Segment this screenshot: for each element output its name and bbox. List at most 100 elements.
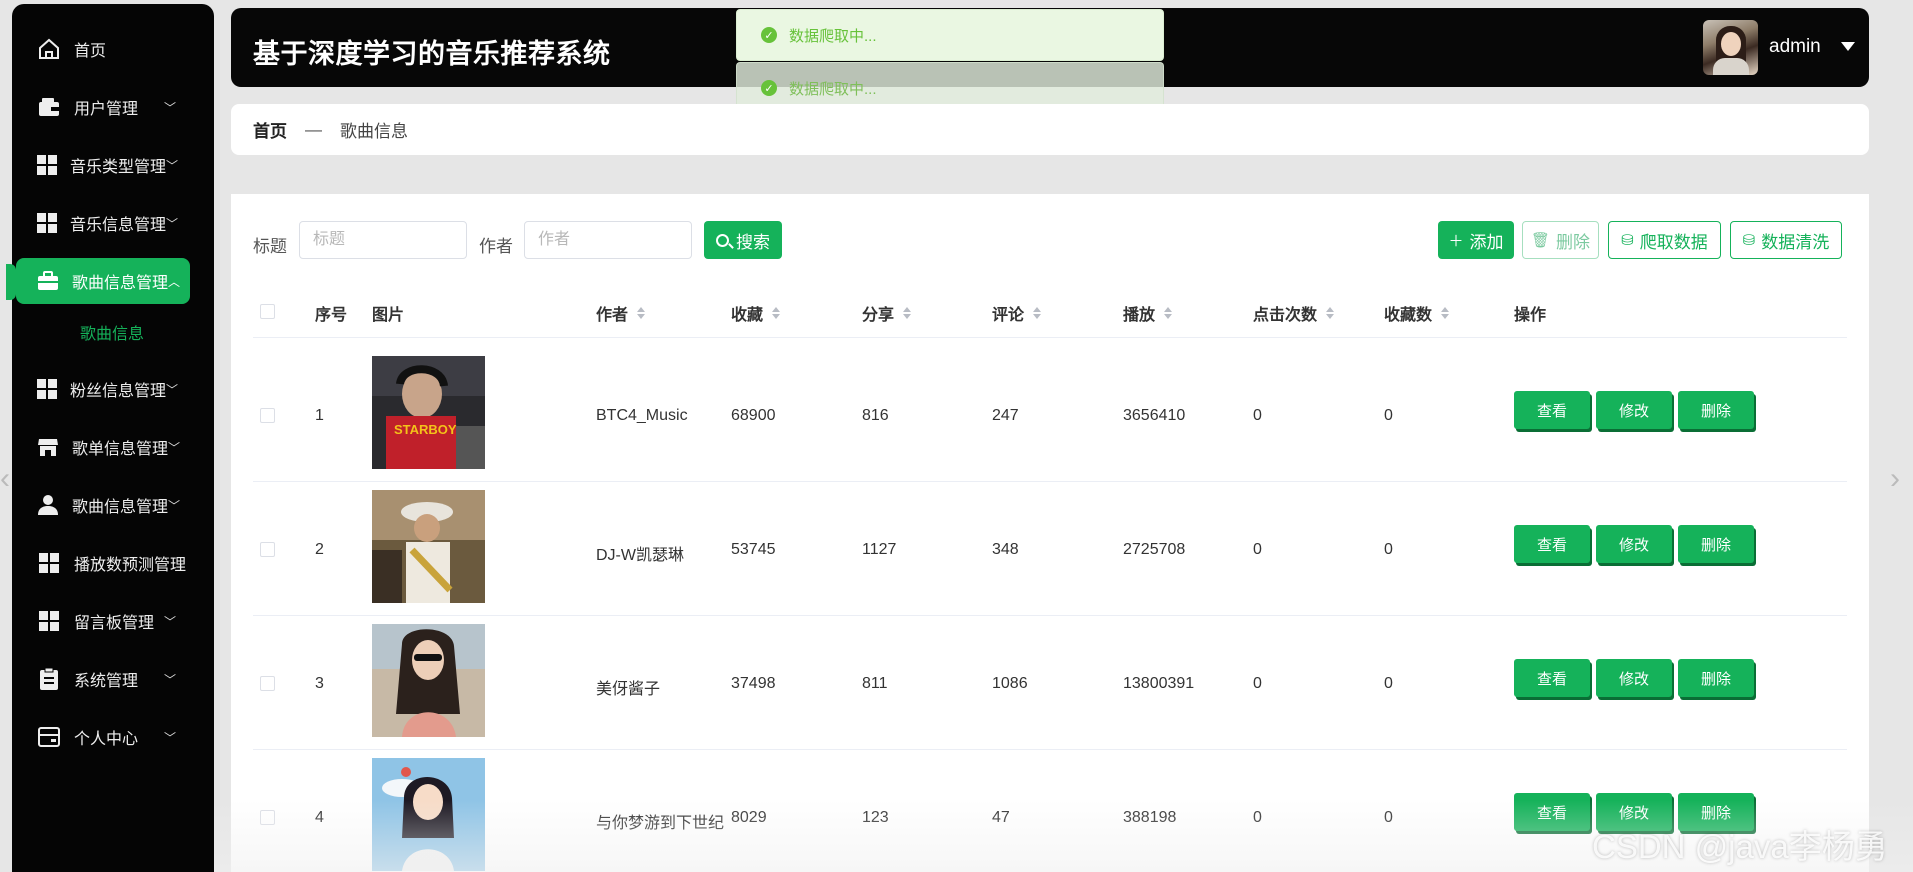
sidebar-item-user-management[interactable]: 用户管理 ﹀	[16, 84, 190, 130]
column-header-author[interactable]: 作者	[596, 301, 646, 325]
column-header-clicks[interactable]: 点击次数	[1253, 301, 1335, 325]
chevron-left-icon[interactable]: ‹	[0, 462, 10, 496]
sidebar-item-label: 粉丝信息管理	[70, 383, 167, 400]
sidebar-item-message-board[interactable]: 留言板管理 ﹀	[16, 598, 190, 644]
view-button[interactable]: 查看	[1514, 659, 1590, 697]
edit-button[interactable]: 修改	[1596, 391, 1672, 429]
sidebar-item-label: 歌单信息管理	[72, 441, 169, 458]
song-cover-image[interactable]	[372, 624, 485, 737]
song-cover-image[interactable]: STARBOY	[372, 356, 485, 469]
song-cover-image[interactable]	[372, 758, 485, 871]
username[interactable]: admin	[1769, 36, 1821, 58]
edit-button[interactable]: 修改	[1596, 525, 1672, 563]
sidebar-item-label: 首页	[74, 43, 107, 60]
chevron-down-icon: ﹀	[164, 614, 177, 629]
sidebar-item-label: 留言板管理	[74, 615, 155, 632]
sidebar-item-playlist[interactable]: 歌单信息管理 ﹀	[16, 424, 190, 470]
cell-comments: 247	[992, 407, 1019, 424]
search-button[interactable]: 搜索	[704, 221, 782, 259]
chevron-down-icon: ﹀	[164, 730, 177, 745]
sort-icon[interactable]	[1164, 307, 1173, 319]
sidebar-item-home[interactable]: 首页	[16, 26, 190, 72]
sidebar-item-play-prediction[interactable]: 播放数预测管理	[16, 540, 190, 586]
view-button[interactable]: 查看	[1514, 391, 1590, 429]
cell-fav-count: 0	[1384, 407, 1393, 424]
cell-favorites: 68900	[731, 407, 776, 424]
chevron-down-icon: ﹀	[166, 382, 179, 397]
cell-index: 3	[315, 675, 324, 692]
sort-icon[interactable]	[903, 307, 912, 319]
column-header-shares[interactable]: 分享	[862, 301, 912, 325]
cell-shares: 811	[862, 675, 888, 692]
column-header-fav-count[interactable]: 收藏数	[1384, 301, 1450, 325]
cell-clicks: 0	[1253, 541, 1262, 558]
success-check-icon: ✓	[761, 80, 777, 96]
edit-button[interactable]: 修改	[1596, 659, 1672, 697]
avatar[interactable]	[1703, 20, 1758, 75]
cell-favorites: 37498	[731, 675, 776, 692]
select-all-checkbox[interactable]	[260, 304, 275, 319]
row-checkbox[interactable]	[260, 408, 275, 423]
chevron-right-icon[interactable]: ›	[1890, 462, 1900, 496]
sidebar-item-fans[interactable]: 粉丝信息管理 ﹀	[16, 366, 190, 412]
sidebar-item-song-info-2[interactable]: 歌曲信息管理 ﹀	[16, 482, 190, 528]
search-button-label: 搜索	[736, 232, 770, 252]
delete-button[interactable]: 删除	[1678, 525, 1754, 563]
view-button[interactable]: 查看	[1514, 793, 1590, 831]
column-header-image: 图片	[372, 307, 405, 324]
sidebar-item-personal-center[interactable]: 个人中心 ﹀	[16, 714, 190, 760]
chevron-up-icon: ︿	[168, 274, 181, 289]
row-checkbox[interactable]	[260, 676, 275, 691]
view-button[interactable]: 查看	[1514, 525, 1590, 563]
sidebar-item-music-type[interactable]: 音乐类型管理 ﹀	[16, 142, 190, 188]
sidebar-item-system[interactable]: 系统管理 ﹀	[16, 656, 190, 702]
crawl-data-button[interactable]: ⛁ 爬取数据	[1608, 221, 1721, 259]
song-cover-image[interactable]	[372, 490, 485, 603]
sort-icon[interactable]	[637, 307, 646, 319]
sort-icon[interactable]	[1033, 307, 1042, 319]
delete-button[interactable]: 删除	[1678, 659, 1754, 697]
breadcrumb: 首页 — 歌曲信息	[231, 104, 1869, 155]
toast-text: 数据爬取中...	[789, 27, 877, 45]
column-header-comments[interactable]: 评论	[992, 301, 1042, 325]
delete-button[interactable]: 删除	[1678, 391, 1754, 429]
cell-shares: 816	[862, 407, 889, 424]
title-search-input[interactable]	[299, 221, 467, 259]
cell-plays: 2725708	[1123, 541, 1186, 558]
breadcrumb-home[interactable]: 首页	[253, 117, 287, 142]
sidebar-subitem-song-info[interactable]: 歌曲信息	[80, 320, 144, 344]
cell-author: BTC4_Music	[596, 407, 688, 424]
store-icon	[36, 434, 60, 460]
sort-icon[interactable]	[1326, 307, 1335, 319]
sidebar-item-label: 音乐信息管理	[70, 217, 167, 234]
sidebar-item-music-info[interactable]: 音乐信息管理 ﹀	[16, 200, 190, 246]
column-header-actions: 操作	[1514, 307, 1547, 324]
row-checkbox[interactable]	[260, 810, 275, 825]
cell-favorites: 53745	[731, 541, 776, 558]
home-icon	[36, 36, 62, 62]
column-header-label: 分享	[862, 307, 895, 324]
row-checkbox[interactable]	[260, 542, 275, 557]
cell-clicks: 0	[1253, 675, 1262, 692]
column-header-plays[interactable]: 播放	[1123, 301, 1173, 325]
caret-down-icon[interactable]	[1841, 42, 1855, 51]
cell-fav-count: 0	[1384, 541, 1393, 558]
sort-icon[interactable]	[1441, 307, 1450, 319]
cell-clicks: 0	[1253, 407, 1262, 424]
data-clean-button[interactable]: ⛁ 数据清洗	[1730, 221, 1842, 259]
table-header: 序号 图片 作者 收藏 分享 评论 播放 点击次数 收藏数 操作	[253, 284, 1847, 338]
batch-delete-button[interactable]: 🗑 删除	[1522, 221, 1599, 259]
active-indicator	[6, 264, 16, 300]
column-header-favorites[interactable]: 收藏	[731, 301, 781, 325]
sidebar-item-song-info-active[interactable]: 歌曲信息管理 ︿	[16, 258, 190, 304]
search-icon	[716, 233, 729, 247]
add-button-label: 添加	[1469, 232, 1504, 252]
column-header-index: 序号	[315, 307, 348, 324]
briefcase-icon	[36, 268, 60, 294]
cell-author: 与你梦游到下世纪	[596, 815, 725, 832]
column-header-label: 收藏	[731, 307, 764, 324]
author-search-input[interactable]	[524, 221, 692, 259]
cell-clicks: 0	[1253, 809, 1262, 826]
sort-icon[interactable]	[772, 307, 781, 319]
add-button[interactable]: ＋ 添加	[1438, 221, 1514, 259]
